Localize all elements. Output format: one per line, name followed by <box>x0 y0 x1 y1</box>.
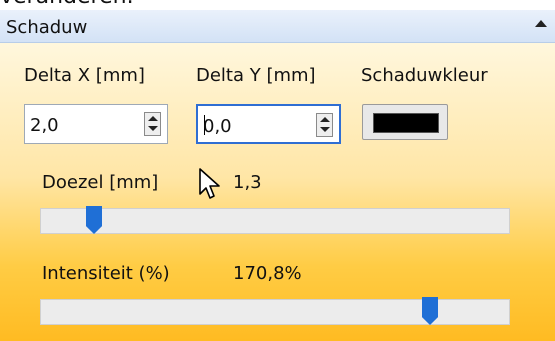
section-title: Schaduw <box>6 17 88 38</box>
section-header[interactable]: Schaduw <box>0 10 555 46</box>
delta-y-label: Delta Y [mm] <box>196 65 316 86</box>
spin-up-icon[interactable] <box>148 116 158 121</box>
delta-y-spinbox[interactable]: 0,0 <box>196 104 341 144</box>
blur-label: Doezel [mm] <box>42 172 159 193</box>
shadow-color-button[interactable] <box>362 104 448 140</box>
spin-down-icon[interactable] <box>148 126 158 131</box>
intensity-label: Intensiteit (%) <box>42 263 170 284</box>
delta-y-stepper[interactable] <box>316 113 333 137</box>
intensity-slider-thumb[interactable] <box>422 297 438 325</box>
partial-top-text: veranderen. <box>0 0 134 9</box>
shadow-color-swatch <box>373 113 439 133</box>
shadow-color-label: Schaduwkleur <box>361 65 488 86</box>
intensity-value: 170,8% <box>233 263 302 284</box>
spin-down-icon[interactable] <box>320 127 330 132</box>
blur-value: 1,3 <box>233 172 262 193</box>
delta-x-spinbox[interactable]: 2,0 <box>24 104 168 144</box>
shadow-panel: Delta X [mm] Delta Y [mm] Schaduwkleur 2… <box>0 43 555 341</box>
blur-slider-thumb[interactable] <box>86 206 102 234</box>
mouse-pointer-icon <box>199 168 220 199</box>
blur-slider[interactable] <box>40 206 510 234</box>
intensity-slider[interactable] <box>40 297 510 325</box>
delta-x-stepper[interactable] <box>144 112 161 136</box>
spin-up-icon[interactable] <box>320 117 330 122</box>
delta-y-value[interactable]: 0,0 <box>203 116 232 137</box>
delta-x-label: Delta X [mm] <box>24 65 145 86</box>
delta-x-value[interactable]: 2,0 <box>30 115 59 136</box>
collapse-arrow-icon[interactable] <box>535 20 547 27</box>
